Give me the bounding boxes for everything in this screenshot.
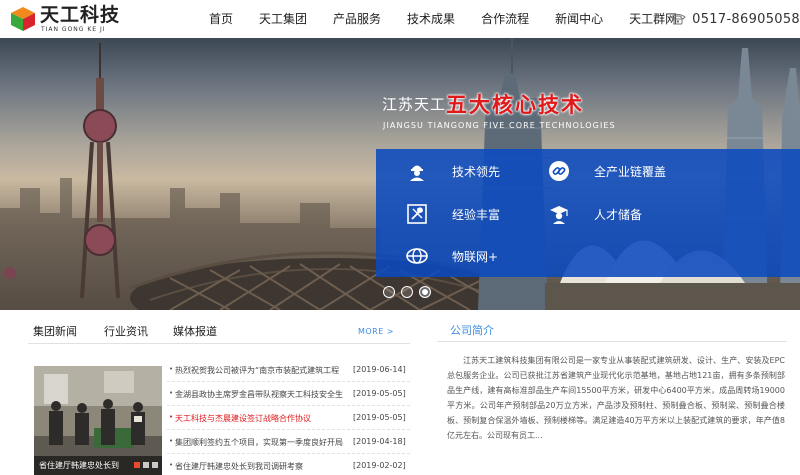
- photo-dot-3[interactable]: [152, 462, 158, 468]
- nav-item-news[interactable]: 新闻中心: [542, 0, 616, 38]
- photo-pagination: [134, 462, 158, 468]
- feature-talent[interactable]: 人才储备: [548, 194, 642, 234]
- tools-icon: [406, 203, 428, 225]
- news-item[interactable]: • 省住建厅韩建忠处长到我司调研考察 [2019-02-02]: [167, 454, 410, 475]
- tab-group-news[interactable]: 集团新闻: [33, 323, 77, 339]
- nav-item-home[interactable]: 首页: [196, 0, 246, 38]
- news-title[interactable]: 金湖县政协主席罗金昌带队视察天工科技安全生: [175, 389, 345, 400]
- banner-dot-1[interactable]: [383, 286, 395, 298]
- news-tabs: 集团新闻 行业资讯 媒体报道 MORE >: [28, 310, 410, 344]
- tab-industry-news[interactable]: 行业资讯: [104, 323, 148, 339]
- feature-tech-lead[interactable]: 技术领先: [406, 151, 500, 191]
- news-title[interactable]: 天工科技与杰晨建设签订战略合作协议: [175, 413, 345, 424]
- news-item[interactable]: • 热烈祝贺我公司被评为“南京市装配式建筑工程 [2019-06-14]: [167, 358, 410, 382]
- feature-label: 物联网+: [452, 249, 499, 264]
- telephone-icon: [670, 14, 686, 25]
- bullet-icon: •: [169, 437, 174, 445]
- nav-item-products[interactable]: 产品服务: [320, 0, 394, 38]
- news-title[interactable]: 集团顺利签约五个项目，实现第一季度良好开局: [175, 437, 345, 448]
- photo-dot-1[interactable]: [134, 462, 140, 468]
- news-item[interactable]: • 集团顺利签约五个项目，实现第一季度良好开局 [2019-04-18]: [167, 430, 410, 454]
- news-item[interactable]: • 天工科技与杰晨建设签订战略合作协议 [2019-05-05]: [167, 406, 410, 430]
- logo-title: 天工科技: [40, 4, 121, 26]
- headline-main: 五大核心技术: [446, 93, 585, 117]
- feature-label: 经验丰富: [452, 207, 501, 222]
- logo-subtitle: TIAN GONG KE JI: [41, 26, 106, 33]
- headline-prefix: 江苏天工: [382, 95, 447, 114]
- news-item[interactable]: • 金湖县政协主席罗金昌带队视察天工科技安全生 [2019-05-05]: [167, 382, 410, 406]
- news-date: [2019-06-14]: [353, 365, 406, 374]
- photo-dot-2[interactable]: [143, 462, 149, 468]
- news-title[interactable]: 热烈祝贺我公司被评为“南京市装配式建筑工程: [175, 365, 345, 376]
- news-date: [2019-04-18]: [353, 437, 406, 446]
- site-header: 天工科技 TIAN GONG KE JI 首页 天工集团 产品服务 技术成果 合…: [0, 0, 800, 38]
- banner-subline: JIANGSU TIANGONG FIVE CORE TECHNOLOGIES: [383, 121, 616, 130]
- photo-caption: 省住建厅韩建忠处长到: [39, 461, 119, 470]
- feature-label: 技术领先: [452, 164, 501, 179]
- graduate-icon: [548, 203, 570, 225]
- feature-label: 全产业链覆盖: [594, 164, 667, 179]
- profile-header: 公司简介: [437, 310, 787, 342]
- news-section: 集团新闻 行业资讯 媒体报道 MORE > 省住建厅韩建忠处长到 • 热烈祝贺我…: [28, 310, 410, 475]
- banner-dot-3[interactable]: [419, 286, 431, 298]
- news-list: • 热烈祝贺我公司被评为“南京市装配式建筑工程 [2019-06-14] • 金…: [167, 358, 410, 475]
- bullet-icon: •: [169, 413, 174, 421]
- features-panel: 技术领先 全产业链覆盖 经验丰富 人才储备 物联网+: [376, 149, 800, 277]
- nav-item-group[interactable]: 天工集团: [246, 0, 320, 38]
- hero-banner: 江苏天工五大核心技术 JIANGSU TIANGONG FIVE CORE TE…: [0, 38, 800, 310]
- worker-icon: [406, 160, 428, 182]
- chain-link-icon: [548, 160, 570, 182]
- banner-headline: 江苏天工五大核心技术: [382, 89, 584, 117]
- tab-media-reports[interactable]: 媒体报道: [173, 323, 217, 339]
- phone-number: 0517-86905058: [692, 11, 800, 27]
- profile-title[interactable]: 公司简介: [450, 322, 494, 338]
- profile-body: 江苏天工建筑科技集团有限公司是一家专业从事装配式建筑研发、设计、生产、安装及EP…: [447, 356, 785, 440]
- bullet-icon: •: [169, 365, 174, 373]
- cube-logo-icon: [11, 7, 35, 31]
- phone-contact: 0517-86905058: [670, 0, 800, 38]
- feature-label: 人才储备: [594, 207, 643, 222]
- feature-experience[interactable]: 经验丰富: [406, 194, 500, 234]
- globe-icon: [406, 245, 428, 267]
- banner-pagination: [383, 286, 431, 298]
- photo-caption-bar: 省住建厅韩建忠处长到: [34, 456, 162, 475]
- feature-full-chain[interactable]: 全产业链覆盖: [548, 151, 666, 191]
- news-date: [2019-02-02]: [353, 461, 406, 470]
- main-nav: 首页 天工集团 产品服务 技术成果 合作流程 新闻中心 天工群网: [196, 0, 690, 38]
- nav-item-tech[interactable]: 技术成果: [394, 0, 468, 38]
- news-date: [2019-05-05]: [353, 389, 406, 398]
- bullet-icon: •: [169, 461, 174, 469]
- feature-iot[interactable]: 物联网+: [406, 236, 498, 276]
- bullet-icon: •: [169, 389, 174, 397]
- news-more-link[interactable]: MORE >: [358, 327, 394, 336]
- news-title[interactable]: 省住建厅韩建忠处长到我司调研考察: [175, 461, 345, 472]
- company-profile-section: 公司简介 江苏天工建筑科技集团有限公司是一家专业从事装配式建筑研发、设计、生产、…: [437, 310, 787, 475]
- news-date: [2019-05-05]: [353, 413, 406, 422]
- news-photo-slider[interactable]: 省住建厅韩建忠处长到: [34, 366, 162, 475]
- banner-dot-2[interactable]: [401, 286, 413, 298]
- nav-item-cooperation[interactable]: 合作流程: [468, 0, 542, 38]
- logo[interactable]: 天工科技 TIAN GONG KE JI: [10, 4, 120, 34]
